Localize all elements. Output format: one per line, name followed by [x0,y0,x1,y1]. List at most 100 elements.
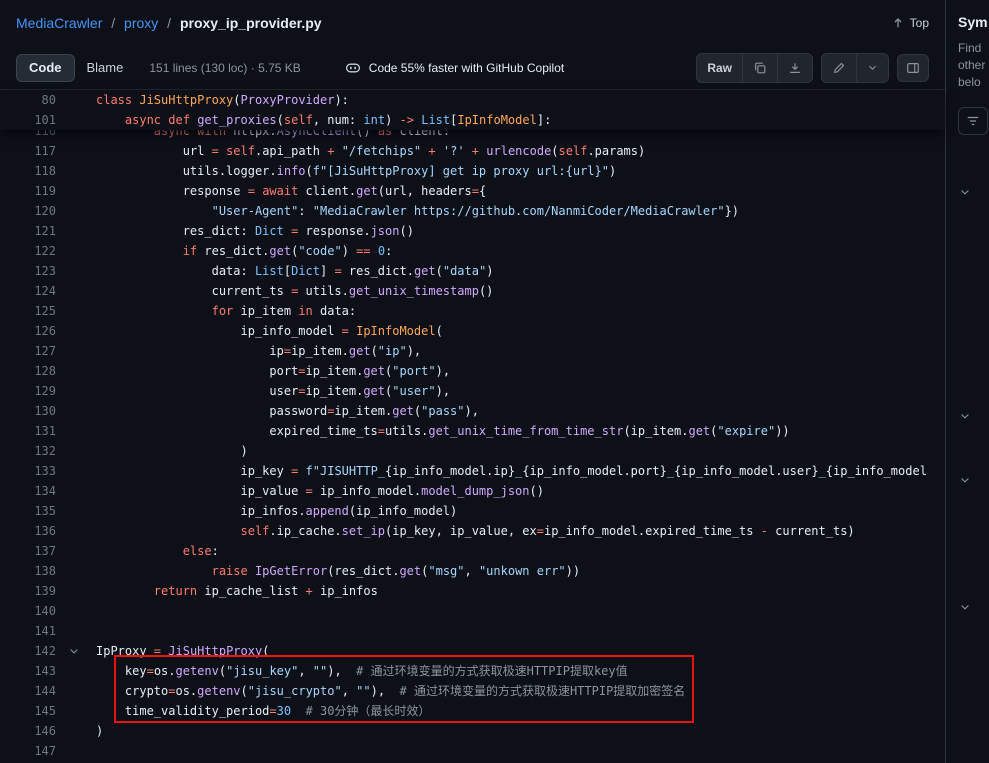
chevron-down-icon[interactable] [959,601,971,613]
code-line: 141 [0,621,945,641]
code-text: crypto=os.getenv("jisu_crypto", ""), # 通… [96,681,945,701]
code-text: port=ip_item.get("port"), [96,361,945,381]
symbols-filter-button[interactable] [958,107,988,135]
line-number[interactable]: 130 [0,401,56,421]
chevron-down-icon[interactable] [959,410,971,422]
line-number[interactable]: 131 [0,421,56,441]
tab-blame[interactable]: Blame [75,54,136,82]
fold-gutter [56,261,96,281]
line-number[interactable]: 80 [0,90,56,110]
breadcrumb-repo-link[interactable]: MediaCrawler [16,15,102,31]
code-text: async def get_proxies(self, num: int) ->… [96,110,945,130]
code-line: 135 ip_infos.append(ip_info_model) [0,501,945,521]
fold-gutter [56,561,96,581]
line-number[interactable]: 117 [0,141,56,161]
breadcrumb-separator: / [167,15,171,31]
line-number[interactable]: 119 [0,181,56,201]
line-number[interactable]: 135 [0,501,56,521]
sticky-lines: 80class JiSuHttpProxy(ProxyProvider):101… [0,90,945,130]
edit-dropdown-button[interactable] [856,54,888,82]
symbols-panel-title: Sym [958,14,989,30]
code-text: current_ts = utils.get_unix_timestamp() [96,281,945,301]
line-number[interactable]: 140 [0,601,56,621]
line-number[interactable]: 145 [0,701,56,721]
line-number[interactable]: 116 [0,130,56,141]
arrow-up-icon [891,16,905,30]
code-text [96,741,945,761]
fold-gutter [56,441,96,461]
line-number[interactable]: 139 [0,581,56,601]
top-link-label: Top [910,16,929,30]
line-number[interactable]: 120 [0,201,56,221]
back-to-top-link[interactable]: Top [891,16,929,30]
copilot-banner[interactable]: Code 55% faster with GitHub Copilot [345,60,564,76]
line-number[interactable]: 122 [0,241,56,261]
code-line: 129 user=ip_item.get("user"), [0,381,945,401]
line-number[interactable]: 128 [0,361,56,381]
line-number[interactable]: 147 [0,741,56,761]
code-body: 116 async with httpx.AsyncClient() as cl… [0,130,945,763]
symbols-panel-description: Find other belo [958,40,989,91]
line-number[interactable]: 118 [0,161,56,181]
code-line: 80class JiSuHttpProxy(ProxyProvider): [0,90,945,110]
line-number[interactable]: 137 [0,541,56,561]
line-number[interactable]: 132 [0,441,56,461]
code-text: password=ip_item.get("pass"), [96,401,945,421]
code-line: 126 ip_info_model = IpInfoModel( [0,321,945,341]
code-area: 80class JiSuHttpProxy(ProxyProvider):101… [0,90,945,763]
chevron-down-icon[interactable] [959,474,971,486]
tab-code[interactable]: Code [16,54,75,82]
code-line: 143 key=os.getenv("jisu_key", ""), # 通过环… [0,661,945,681]
code-text: data: List[Dict] = res_dict.get("data") [96,261,945,281]
line-number[interactable]: 101 [0,110,56,130]
fold-gutter [56,601,96,621]
line-number[interactable]: 134 [0,481,56,501]
line-number[interactable]: 143 [0,661,56,681]
line-number[interactable]: 127 [0,341,56,361]
line-number[interactable]: 129 [0,381,56,401]
fold-gutter [56,581,96,601]
code-line: 144 crypto=os.getenv("jisu_crypto", ""),… [0,681,945,701]
line-number[interactable]: 146 [0,721,56,741]
line-number[interactable]: 123 [0,261,56,281]
line-number[interactable]: 138 [0,561,56,581]
code-line: 101 async def get_proxies(self, num: int… [0,110,945,130]
line-number[interactable]: 136 [0,521,56,541]
code-text: async with httpx.AsyncClient() as client… [96,130,945,141]
line-number[interactable]: 141 [0,621,56,641]
code-text: ) [96,721,945,741]
edit-button[interactable] [822,54,856,82]
code-line: 123 data: List[Dict] = res_dict.get("dat… [0,261,945,281]
line-number[interactable]: 126 [0,321,56,341]
line-number[interactable]: 144 [0,681,56,701]
code-text: raise IpGetError(res_dict.get("msg", "un… [96,561,945,581]
symbols-desc-line: other [958,57,989,74]
fold-gutter [56,90,96,110]
filter-icon [966,114,980,128]
symbols-desc-line: Find [958,40,989,57]
code-text: user=ip_item.get("user"), [96,381,945,401]
chevron-down-icon[interactable] [959,186,971,198]
fold-gutter [56,381,96,401]
fold-chevron-icon[interactable] [56,641,96,661]
symbols-panel-toggle-button[interactable] [897,54,929,82]
symbols-desc-line: belo [958,74,989,91]
line-number[interactable]: 124 [0,281,56,301]
raw-button[interactable]: Raw [697,54,742,82]
code-text: key=os.getenv("jisu_key", ""), # 通过环境变量的… [96,661,945,681]
code-line: 120 "User-Agent": "MediaCrawler https://… [0,201,945,221]
fold-gutter [56,421,96,441]
copy-button[interactable] [742,54,777,82]
copy-icon [753,61,767,75]
fold-gutter [56,541,96,561]
line-number[interactable]: 133 [0,461,56,481]
line-number[interactable]: 125 [0,301,56,321]
code-text: ip_value = ip_info_model.model_dump_json… [96,481,945,501]
line-number[interactable]: 121 [0,221,56,241]
line-number[interactable]: 142 [0,641,56,661]
code-line: 124 current_ts = utils.get_unix_timestam… [0,281,945,301]
download-button[interactable] [777,54,812,82]
code-line: 118 utils.logger.info(f"[JiSuHttpProxy] … [0,161,945,181]
breadcrumb-folder-link[interactable]: proxy [124,15,158,31]
copilot-icon [345,60,361,76]
